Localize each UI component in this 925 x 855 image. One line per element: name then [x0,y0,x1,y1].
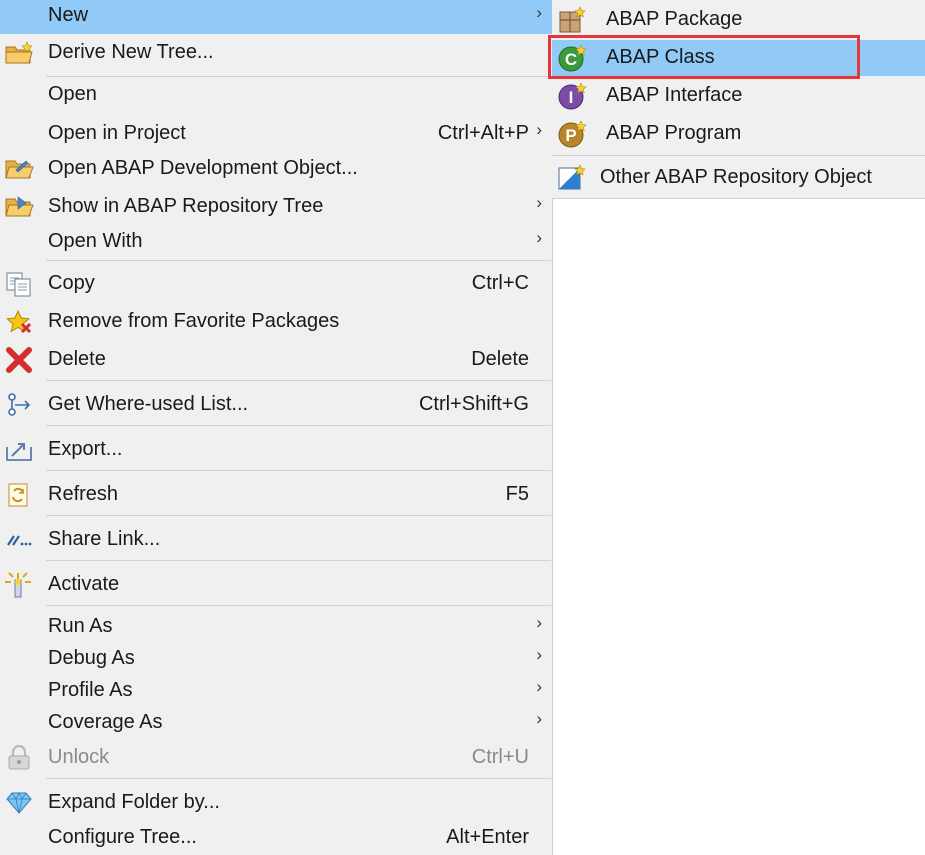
menu-item-run-as-label: Run As [48,615,113,637]
menu-separator [46,560,551,561]
lock-icon [4,745,34,771]
chevron-right-icon: › [536,228,542,247]
menu-item-new[interactable]: New › [0,0,552,34]
where-used-icon [4,392,34,418]
chevron-right-icon: › [536,645,542,664]
menu-item-open-abap-development-object-label: Open ABAP Development Object... [48,157,358,179]
menu-item-coverage-as[interactable]: Coverage As › [0,706,552,740]
menu-item-shortcut: Ctrl+C [471,272,529,294]
menu-separator [46,76,551,77]
menu-item-open-with[interactable]: Open With › [0,225,552,259]
menu-item-activate[interactable]: Activate [0,568,552,602]
menu-separator [46,778,551,779]
chevron-right-icon: › [536,709,542,728]
submenu-item-abap-interface-label: ABAP Interface [606,84,743,106]
menu-item-share-link[interactable]: Share Link... [0,523,552,557]
menu-item-new-label: New [48,4,89,26]
menu-separator [46,380,551,381]
menu-item-open-label: Open [48,83,97,105]
chevron-right-icon: › [536,613,542,632]
menu-item-shortcut: Alt+Enter [446,826,529,848]
menu-separator [46,515,551,516]
folder-tree-icon [4,194,34,220]
menu-item-refresh[interactable]: Refresh F5 [0,478,552,512]
delete-x-icon [4,347,34,373]
menu-item-profile-as[interactable]: Profile As › [0,674,552,708]
menu-item-open-with-label: Open With [48,230,143,252]
menu-item-get-where-used-list[interactable]: Get Where-used List... Ctrl+Shift+G [0,388,552,422]
menu-item-activate-label: Activate [48,573,120,595]
menu-item-delete[interactable]: Delete Delete [0,343,552,377]
menu-item-shortcut: Ctrl+U [471,746,529,768]
menu-item-copy[interactable]: Copy Ctrl+C [0,267,552,301]
submenu-item-other-abap-repository-object[interactable]: Other ABAP Repository Object [552,160,925,196]
menu-item-shortcut: Ctrl+Shift+G [418,393,529,415]
menu-item-shortcut: Ctrl+Alt+P [437,122,529,144]
menu-item-remove-from-favorite-packages[interactable]: Remove from Favorite Packages [0,305,552,339]
folder-new-icon [4,40,34,66]
menu-separator [46,425,551,426]
diamond-icon [4,790,34,816]
menu-item-remove-from-favorite-packages-label: Remove from Favorite Packages [48,310,340,332]
menu-item-expand-folder-by[interactable]: Expand Folder by... [0,786,552,820]
menu-item-profile-as-label: Profile As [48,679,133,701]
export-icon [4,437,34,463]
submenu-item-abap-program-label: ABAP Program [606,122,742,144]
copy-icon [4,271,34,297]
menu-separator [552,155,925,156]
menu-item-share-link-label: Share Link... [48,528,161,550]
package-icon [556,6,588,34]
chevron-right-icon: › [536,193,542,212]
submenu-item-abap-interface[interactable]: I ABAP Interface [552,78,925,114]
chevron-right-icon: › [536,120,542,139]
folder-open-icon [4,156,34,182]
menu-item-show-in-abap-repository-tree-label: Show in ABAP Repository Tree [48,195,324,217]
menu-item-derive-new-tree-label: Derive New Tree... [48,41,214,63]
menu-item-export-label: Export... [48,438,123,460]
menu-item-unlock: Unlock Ctrl+U [0,741,552,775]
interface-i-icon: I [556,82,588,110]
menu-item-run-as[interactable]: Run As › [0,610,552,644]
menu-item-open-in-project-label: Open in Project [48,122,186,144]
menu-item-coverage-as-label: Coverage As [48,711,163,733]
submenu-item-other-abap-repository-object-label: Other ABAP Repository Object [600,166,872,188]
menu-item-refresh-label: Refresh [48,483,119,505]
chevron-right-icon: › [536,3,542,22]
menu-item-unlock-label: Unlock [48,746,110,768]
menu-item-debug-as[interactable]: Debug As › [0,642,552,676]
highlight-annotation-box [548,35,860,79]
submenu-item-abap-program[interactable]: P ABAP Program [552,116,925,152]
menu-item-debug-as-label: Debug As [48,647,135,669]
menu-item-expand-folder-by-label: Expand Folder by... [48,791,220,813]
svg-text:I: I [569,88,574,107]
chevron-right-icon: › [536,677,542,696]
menu-item-shortcut: F5 [505,483,529,505]
program-p-icon: P [556,120,588,148]
menu-item-derive-new-tree[interactable]: Derive New Tree... [0,36,552,70]
menu-item-configure-tree[interactable]: Configure Tree... Alt+Enter [0,821,552,855]
menu-item-open-in-project[interactable]: Open in Project Ctrl+Alt+P › [0,117,552,151]
menu-item-copy-label: Copy [48,272,95,294]
refresh-icon [4,482,34,508]
menu-item-open-abap-development-object[interactable]: Open ABAP Development Object... [0,152,552,186]
activate-wand-icon [4,572,34,598]
context-menu: New › Derive New Tree... Open Open in Pr… [0,0,553,855]
submenu-item-abap-package[interactable]: ABAP Package [552,2,925,38]
menu-separator [46,605,551,606]
menu-item-open[interactable]: Open [0,78,552,112]
menu-separator [46,470,551,471]
submenu-item-abap-package-label: ABAP Package [606,8,743,30]
menu-item-delete-label: Delete [48,348,106,370]
menu-item-export[interactable]: Export... [0,433,552,467]
menu-item-configure-tree-label: Configure Tree... [48,826,197,848]
star-remove-icon [4,309,34,335]
menu-item-get-where-used-list-label: Get Where-used List... [48,393,249,415]
menu-item-show-in-abap-repository-tree[interactable]: Show in ABAP Repository Tree › [0,190,552,224]
menu-item-shortcut: Delete [471,348,529,370]
repository-object-icon [556,164,588,192]
menu-separator [46,260,551,261]
share-link-icon [4,527,34,553]
new-submenu: ABAP Package C ABAP Class I ABAP Interfa… [552,0,925,199]
svg-text:P: P [565,126,576,145]
